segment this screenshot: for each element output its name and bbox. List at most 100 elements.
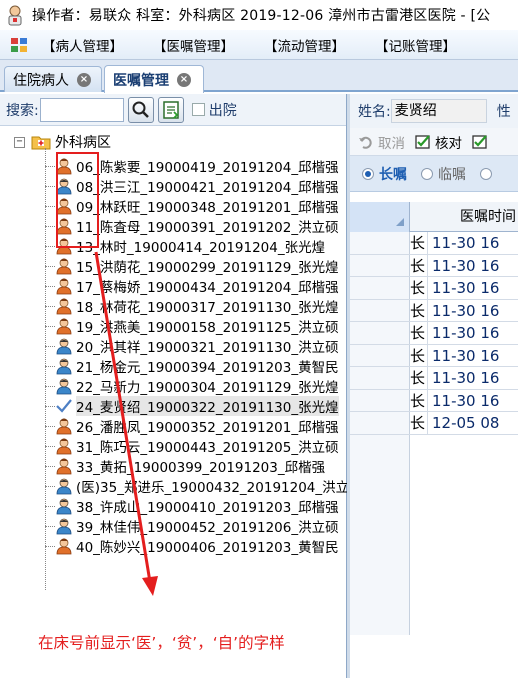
tab-order-management[interactable]: 医嘱管理 × xyxy=(104,65,204,93)
patient-label: 17_蔡梅娇_19000434_20191204_邱楷强 xyxy=(76,280,339,296)
menu-grid-icon[interactable] xyxy=(10,37,28,53)
name-label: 姓名: xyxy=(358,104,391,120)
female-patient-icon xyxy=(55,437,73,455)
close-icon[interactable]: × xyxy=(177,72,191,87)
tree-connector xyxy=(45,485,55,487)
patient-tree-item[interactable]: 21_杨金元_19000394_20191203_黄智民 xyxy=(45,356,339,376)
patient-label: 08_洪三江_19000421_20191204_邱楷强 xyxy=(76,180,339,196)
patient-tree: − 外科病区 06_陈紫要_19000419_20191204_邱楷强 08_洪三… xyxy=(0,128,347,678)
menu-billing-management[interactable]: 【记账管理】 xyxy=(367,35,478,55)
grid-corner[interactable] xyxy=(350,202,410,232)
patient-label: 38_许成山_19000410_20191203_邱楷强 xyxy=(76,500,339,516)
order-time-cell: 11-30 16 xyxy=(432,324,500,342)
patient-tree-item[interactable]: 24_麦贤绍_19000322_20191130_张光煌 xyxy=(45,396,339,416)
cancel-button[interactable]: 取消 xyxy=(358,132,405,152)
patient-tree-item[interactable]: 15_洪荫花_19000299_20191129_张光煌 xyxy=(45,256,339,276)
order-row[interactable]: 长 11-30 16 xyxy=(350,389,518,412)
male-patient-icon xyxy=(55,337,73,355)
verify-label: 核对 xyxy=(435,135,462,152)
row-header[interactable] xyxy=(350,344,410,366)
patient-label: 18_林荷花_19000317_20191130_张光煌 xyxy=(76,300,339,316)
patient-tree-item[interactable]: 22_马新力_19000304_20191129_张光煌 xyxy=(45,376,339,396)
search-button[interactable] xyxy=(127,96,154,123)
tab-inpatients[interactable]: 住院病人 × xyxy=(4,66,102,92)
patient-tree-item[interactable]: 18_林荷花_19000317_20191130_张光煌 xyxy=(45,296,339,316)
search-input[interactable] xyxy=(39,97,124,122)
order-type-cell: 长 xyxy=(410,389,428,411)
tree-connector xyxy=(45,385,55,387)
male-patient-icon xyxy=(55,517,73,535)
radio-long-term-order[interactable]: 长嘱 xyxy=(362,164,407,184)
row-header[interactable] xyxy=(350,299,410,321)
patient-label: 31_陈巧云_19000443_20191205_洪立硕 xyxy=(76,440,339,456)
menu-patient-management[interactable]: 【病人管理】 xyxy=(34,35,145,55)
tree-connector xyxy=(45,165,55,167)
female-patient-icon xyxy=(55,457,73,475)
patient-label: 19_洪燕美_19000158_20191125_洪立硕 xyxy=(76,320,339,336)
patient-label: 39_林佳伟_19000452_20191206_洪立硕 xyxy=(76,520,339,536)
collapse-icon[interactable]: − xyxy=(14,136,25,148)
order-time-cell: 11-30 16 xyxy=(432,369,500,387)
radio-other-order[interactable] xyxy=(480,167,497,180)
verify-button[interactable]: 核对 xyxy=(415,132,462,152)
order-row[interactable]: 长 11-30 16 xyxy=(350,254,518,277)
tree-connector xyxy=(45,545,55,547)
patient-tree-item[interactable]: 33_黄拓_19000399_20191203_邱楷强 xyxy=(45,456,325,476)
tree-root-ward[interactable]: − 外科病区 xyxy=(14,132,111,152)
patient-info-bar: 姓名: 麦贤绍 性 xyxy=(350,94,518,128)
tree-connector xyxy=(45,505,55,507)
order-time-cell: 11-30 16 xyxy=(432,346,500,365)
radio-long-label: 长嘱 xyxy=(379,166,407,183)
order-type-cell: 长 xyxy=(410,299,428,321)
patient-tree-item[interactable]: 31_陈巧云_19000443_20191205_洪立硕 xyxy=(45,436,339,456)
female-patient-icon xyxy=(55,537,73,555)
order-time-cell: 11-30 16 xyxy=(432,301,500,320)
row-header[interactable] xyxy=(350,367,410,389)
row-header[interactable] xyxy=(350,254,410,276)
order-row[interactable]: 长 11-30 16 xyxy=(350,299,518,322)
patient-label: 15_洪荫花_19000299_20191129_张光煌 xyxy=(76,260,339,276)
patient-tree-item[interactable]: 38_许成山_19000410_20191203_邱楷强 xyxy=(45,496,339,516)
patient-tree-item[interactable]: 39_林佳伟_19000452_20191206_洪立硕 xyxy=(45,516,339,536)
menu-flow-management[interactable]: 【流动管理】 xyxy=(256,35,367,55)
row-header[interactable] xyxy=(350,412,410,434)
row-header[interactable] xyxy=(350,232,410,254)
menu-order-management[interactable]: 【医嘱管理】 xyxy=(145,35,256,55)
check-icon xyxy=(55,397,73,415)
tree-connector xyxy=(45,365,55,367)
radio-temporary-order[interactable]: 临嘱 xyxy=(421,164,466,184)
patient-tree-item[interactable]: (医)35_郑进乐_19000432_20191204_洪立 xyxy=(45,476,347,496)
grid-header: 医嘱时间 xyxy=(350,202,518,232)
order-row[interactable]: 长 11-30 16 xyxy=(350,322,518,345)
patient-tree-item[interactable]: 17_蔡梅娇_19000434_20191204_邱楷强 xyxy=(45,276,339,296)
order-row[interactable]: 长 11-30 16 xyxy=(350,277,518,300)
patient-label: 11_陈査母_19000391_20191202_洪立硕 xyxy=(76,220,339,236)
radio-dot xyxy=(480,167,492,180)
order-type-cell: 长 xyxy=(410,254,428,276)
discharged-label: 出院 xyxy=(208,102,237,119)
window-title: 操作者：易联众 科室：外科病区 2019-12-06 漳州市古雷港区医院 - [… xyxy=(32,8,491,24)
row-header[interactable] xyxy=(350,389,410,411)
order-type-cell: 长 xyxy=(410,412,428,434)
discharged-checkbox[interactable] xyxy=(191,103,205,116)
order-row[interactable]: 长 11-30 16 xyxy=(350,232,518,255)
female-patient-icon xyxy=(55,297,73,315)
order-row[interactable]: 长 11-30 16 xyxy=(350,344,518,367)
patient-tree-item[interactable]: 26_潘胜凤_19000352_20191201_邱楷强 xyxy=(45,416,339,436)
confirm-button[interactable] xyxy=(472,134,492,150)
close-icon[interactable]: × xyxy=(77,72,91,87)
tree-connector xyxy=(45,425,55,427)
order-row[interactable]: 长 12-05 08 xyxy=(350,412,518,435)
tree-connector xyxy=(45,205,55,207)
column-order-time[interactable]: 医嘱时间 xyxy=(410,202,516,231)
annotation-text: 在床号前显示‘医’，‘贫’，‘自’的字样 xyxy=(38,634,285,652)
patient-tree-item[interactable]: 19_洪燕美_19000158_20191125_洪立硕 xyxy=(45,316,339,336)
order-type-cell: 长 xyxy=(410,367,428,389)
patient-tree-item[interactable]: 20_洪其祥_19000321_20191130_洪立硕 xyxy=(45,336,339,356)
row-header[interactable] xyxy=(350,277,410,299)
row-header[interactable] xyxy=(350,322,410,344)
order-row[interactable]: 长 11-30 16 xyxy=(350,367,518,390)
refresh-button[interactable] xyxy=(157,96,184,123)
patient-tree-item[interactable]: 40_陈妙兴_19000406_20191203_黄智民 xyxy=(45,536,339,556)
order-type-cell: 长 xyxy=(410,322,428,344)
